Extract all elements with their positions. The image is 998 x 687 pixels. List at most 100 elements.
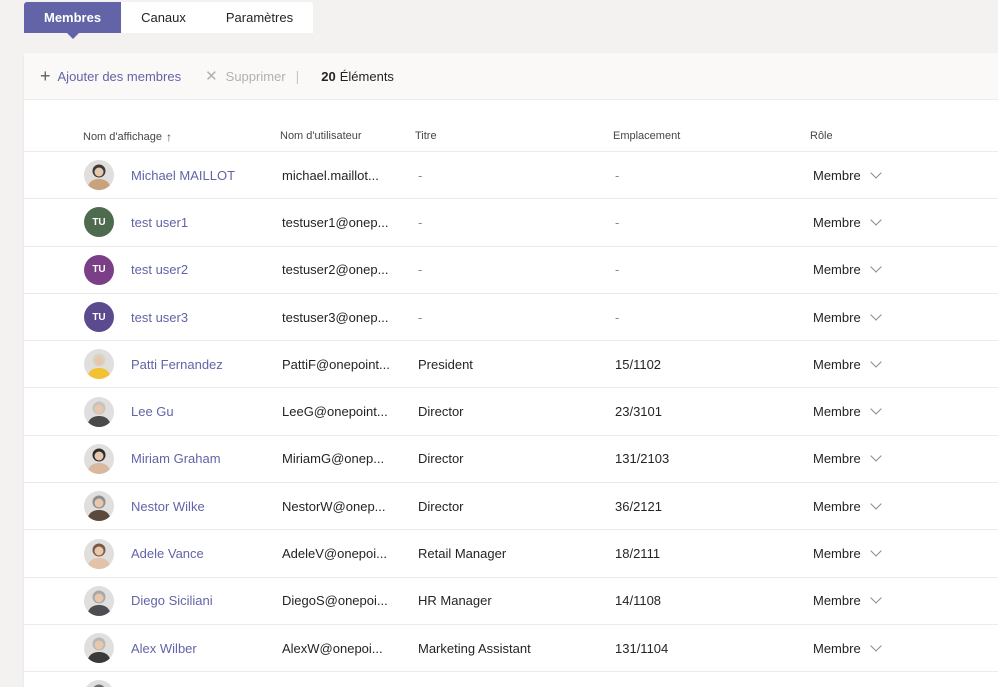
tab-membres[interactable]: Membres [24,2,122,39]
header-title-label: Titre [415,130,437,142]
item-count-number: 20 [321,68,336,84]
photo-avatar-icon [84,680,114,687]
role-label: Membre [813,262,861,278]
role-dropdown[interactable]: Membre [813,578,882,624]
table-row[interactable]: Lee Gu LeeG@onepoint... Director 23/3101 Mem… [24,388,998,436]
table-row[interactable]: Patti Fernandez PattiF@onepoint... Preside… [24,341,998,389]
avatar[interactable]: TU [84,254,114,285]
role-dropdown[interactable]: Membre [813,341,882,387]
member-display-name[interactable]: Alex Wilber [131,625,197,671]
role-dropdown[interactable]: Membre [813,530,882,576]
role-label: Membre [813,593,861,609]
avatar[interactable] [84,538,114,569]
member-display-name[interactable]: test user3 [131,294,188,340]
member-location: 23/3101 [615,404,662,420]
member-location: - [615,262,620,278]
avatar[interactable] [84,491,114,522]
member-username: DiegoS@onepoi... [282,593,388,609]
member-display-name[interactable]: Diego Siciliani [131,578,213,624]
role-label: Membre [813,451,861,467]
role-dropdown[interactable]: Membre [813,483,882,529]
close-icon: ✕ [205,67,218,85]
member-display-name[interactable]: Nestor Wilke [131,483,205,529]
header-title[interactable]: Titre [415,130,437,142]
members-panel: + Ajouter des membres ✕ Supprimer | 20 Él… [24,53,998,687]
member-display-name[interactable]: Adele Vance [131,530,204,576]
role-label: Membre [813,404,861,420]
member-title: - [418,214,423,230]
chevron-down-icon [870,498,882,510]
table-row[interactable] [24,672,998,687]
avatar[interactable] [84,680,114,687]
table-row[interactable]: Nestor Wilke NestorW@onep... Director 36/21… [24,483,998,531]
item-count: 20 Éléments [321,69,394,84]
avatar-cell [84,625,114,671]
delete-button[interactable]: ✕ Supprimer [205,69,286,84]
avatar[interactable] [84,585,114,616]
member-location: 131/2103 [615,451,670,467]
member-display-name[interactable]: test user2 [131,247,188,293]
member-display-name[interactable]: test user1 [131,199,188,245]
table-row[interactable]: Adele Vance AdeleV@onepoi... Retail Manage… [24,530,998,578]
header-role[interactable]: Rôle [810,130,833,142]
header-username[interactable]: Nom d'utilisateur [280,130,362,142]
photo-avatar-icon [84,633,114,664]
avatar[interactable] [84,396,114,427]
tab-bar: Membres Canaux Paramètres [24,2,314,39]
member-location: 15/1102 [615,356,662,372]
role-dropdown[interactable]: Membre [813,294,882,340]
avatar[interactable]: TU [84,302,114,333]
role-label: Membre [813,309,861,325]
tab-canaux[interactable]: Canaux [121,2,206,33]
table-row[interactable]: TU test user2 testuser2@onep... - - Membre [24,247,998,294]
member-username: AlexW@onepoi... [282,640,383,656]
tab-parametres[interactable]: Paramètres [205,2,314,33]
avatar[interactable]: TU [84,207,114,238]
role-dropdown[interactable]: Membre [813,199,882,245]
member-title: Director [418,404,464,420]
role-dropdown[interactable]: Membre [813,436,882,482]
member-display-name[interactable]: Patti Fernandez [131,341,223,387]
header-location[interactable]: Emplacement [613,130,680,142]
member-title: - [418,167,423,183]
role-dropdown[interactable]: Membre [813,247,882,293]
avatar[interactable] [84,443,114,474]
member-title: - [418,262,423,278]
delete-label: Supprimer [225,68,286,84]
role-label: Membre [813,214,861,230]
member-title: HR Manager [418,593,492,609]
table-row[interactable]: Michael MAILLOT michael.maillot... - - Membr… [24,152,998,200]
arrow-up-icon: ↑ [165,130,172,144]
avatar-cell [84,578,114,624]
member-username: testuser1@onep... [282,214,389,230]
table-row[interactable]: Alex Wilber AlexW@onepoi... Marketing Assi… [24,625,998,673]
member-username: MiriamG@onep... [282,451,385,467]
role-label: Membre [813,167,861,183]
role-label: Membre [813,498,861,514]
photo-avatar-icon [84,443,114,474]
toolbar-divider: | [295,68,300,84]
member-display-name[interactable]: Lee Gu [131,388,174,434]
avatar-cell [84,672,114,687]
header-display-name[interactable]: Nom d'affichage ↑ [83,130,172,144]
member-location: - [615,309,620,325]
role-dropdown[interactable]: Membre [813,152,882,198]
avatar[interactable] [84,349,114,380]
table-row[interactable]: TU test user1 testuser1@onep... - - Membre [24,199,998,247]
table-row[interactable]: Miriam Graham MiriamG@onep... Director 131/… [24,436,998,484]
member-display-name[interactable]: Miriam Graham [131,436,221,482]
table-header: Nom d'affichage ↑ Nom d'utilisateur Titr… [24,100,998,152]
table-row[interactable]: TU test user3 testuser3@onep... - - Membre [24,294,998,342]
member-display-name[interactable]: Michael MAILLOT [131,152,235,198]
avatar[interactable] [84,633,114,664]
member-title: Retail Manager [418,546,507,562]
table-row[interactable]: Diego Siciliani DiegoS@onepoi... HR Manage… [24,578,998,625]
member-location: 18/2111 [615,546,661,562]
role-dropdown[interactable]: Membre [813,388,882,434]
avatar-cell [84,152,114,198]
role-dropdown[interactable]: Membre [813,625,882,671]
avatar-cell: TU [84,247,114,293]
add-members-button[interactable]: + Ajouter des membres [40,67,181,85]
avatar[interactable] [84,160,114,191]
avatar-cell [84,388,114,434]
